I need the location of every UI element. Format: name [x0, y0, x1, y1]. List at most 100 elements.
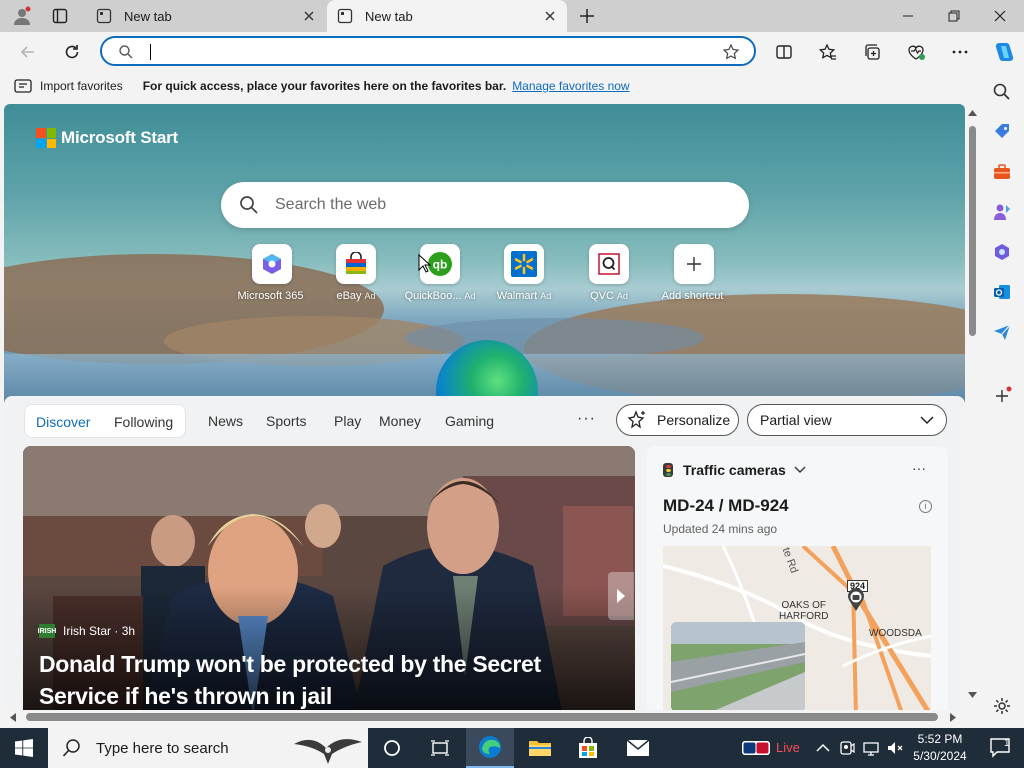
live-badge[interactable]: Live — [776, 740, 800, 755]
outlook-icon[interactable] — [992, 282, 1012, 302]
favorites-icon[interactable] — [818, 42, 838, 62]
scroll-up-arrow-icon[interactable] — [968, 110, 977, 116]
close-tab-icon[interactable] — [302, 9, 316, 23]
import-favorites-label: Import favorites — [40, 79, 123, 93]
file-explorer-button[interactable] — [516, 728, 564, 768]
personalize-label: Personalize — [657, 412, 731, 428]
close-window-icon[interactable] — [990, 6, 1010, 26]
layout-view-dropdown[interactable]: Partial view — [747, 404, 947, 436]
web-search-input[interactable] — [275, 194, 715, 216]
refresh-icon[interactable] — [62, 42, 82, 62]
address-bar[interactable] — [100, 36, 756, 66]
top-story-card[interactable]: IRISH Irish Star · 3h Donald Trump won't… — [23, 446, 635, 710]
tab-actions-icon[interactable] — [52, 8, 68, 24]
tab-gaming[interactable]: Gaming — [445, 413, 494, 429]
personalize-button[interactable]: Personalize — [616, 404, 739, 436]
manage-favorites-link[interactable]: Manage favorites now — [512, 79, 629, 93]
vertical-scroll-thumb[interactable] — [969, 126, 976, 336]
add-favorite-star-icon[interactable] — [722, 43, 740, 61]
microsoft365-icon[interactable] — [992, 242, 1012, 262]
system-clock[interactable]: 5:52 PM 5/30/2024 — [910, 731, 970, 765]
shortcut-ebay[interactable]: eBay Ad — [314, 244, 398, 302]
send-plane-icon[interactable] — [992, 322, 1012, 342]
tab-play[interactable]: Play — [334, 413, 361, 429]
collections-icon[interactable] — [862, 42, 882, 62]
shopping-tag-icon[interactable] — [992, 122, 1012, 142]
profile-avatar-icon[interactable] — [12, 6, 32, 26]
newtab-page-icon — [96, 8, 112, 24]
shortcut-qvc[interactable]: QVC Ad — [567, 244, 651, 302]
microsoft-store-button[interactable] — [564, 728, 612, 768]
search-icon[interactable] — [992, 82, 1012, 102]
scroll-right-arrow-icon[interactable] — [950, 713, 956, 722]
clock-time: 5:52 PM — [917, 732, 963, 746]
camera-pin-icon[interactable] — [847, 588, 865, 612]
tab-2[interactable]: New tab — [327, 0, 567, 32]
tab-discover[interactable]: Discover — [36, 414, 90, 430]
tab-news[interactable]: News — [208, 413, 243, 429]
shortcut-add[interactable]: Add shortcut — [652, 244, 736, 302]
favorites-hint: For quick access, place your favorites h… — [142, 79, 507, 93]
action-center-button[interactable]: 1 — [976, 728, 1024, 768]
tools-briefcase-icon[interactable] — [992, 162, 1012, 182]
horizontal-scrollbar[interactable] — [4, 710, 965, 724]
shortcut-walmart[interactable]: Walmart Ad — [482, 244, 566, 302]
chevron-down-icon — [794, 466, 806, 473]
microsoft-start-logo[interactable]: Microsoft Start — [36, 128, 178, 148]
show-hidden-icons-chevron-icon[interactable] — [814, 739, 832, 757]
tab-following[interactable]: Following — [114, 414, 173, 430]
mail-button[interactable] — [614, 728, 662, 768]
meet-now-icon[interactable] — [838, 739, 856, 757]
sidebar-settings-gear-icon[interactable] — [992, 696, 1012, 716]
scroll-left-arrow-icon[interactable] — [10, 713, 16, 722]
vertical-scrollbar[interactable] — [965, 104, 980, 710]
brand-name: Microsoft Start — [61, 128, 178, 147]
info-icon[interactable]: i — [919, 500, 932, 513]
cortana-button[interactable] — [368, 728, 416, 768]
shortcut-quickbooks[interactable]: qb QuickBoo... Ad — [398, 244, 482, 302]
chevron-right-icon — [617, 589, 625, 603]
mlb-logo-icon[interactable] — [742, 739, 770, 757]
tab-1[interactable]: New tab — [86, 0, 326, 32]
close-tab-icon[interactable] — [543, 9, 557, 23]
import-favorites-icon — [14, 79, 32, 93]
taskbar-edge-button[interactable] — [466, 728, 514, 768]
news-feed: Discover Following News Sports Play Mone… — [4, 396, 965, 710]
scroll-down-arrow-icon[interactable] — [968, 692, 977, 698]
traffic-header[interactable]: Traffic cameras — [663, 462, 806, 478]
address-input[interactable] — [152, 42, 712, 62]
back-icon[interactable] — [18, 42, 38, 62]
network-icon[interactable] — [862, 739, 880, 757]
browser-essentials-icon[interactable] — [906, 42, 926, 62]
start-button[interactable] — [0, 728, 48, 768]
horizontal-scroll-thumb[interactable] — [26, 713, 938, 721]
copilot-icon[interactable] — [992, 40, 1016, 64]
story-headline[interactable]: Donald Trump won't be protected by the S… — [39, 648, 599, 710]
map-place-label: WOODSDA — [869, 628, 922, 639]
add-sidebar-app-icon[interactable] — [992, 386, 1012, 406]
taskbar-search-box[interactable]: Type here to search — [48, 728, 368, 768]
games-icon[interactable] — [992, 202, 1012, 222]
minimize-icon[interactable] — [898, 6, 918, 26]
clock-date: 5/30/2024 — [913, 749, 967, 763]
shortcut-microsoft365[interactable]: Microsoft 365 — [230, 244, 314, 302]
settings-more-icon[interactable] — [950, 42, 970, 62]
traffic-camera-image[interactable] — [671, 622, 805, 710]
traffic-more-button[interactable]: ··· — [912, 460, 926, 476]
restore-icon[interactable] — [944, 6, 964, 26]
new-tab-icon[interactable] — [578, 7, 596, 25]
more-categories-button[interactable]: ··· — [577, 410, 596, 428]
carousel-next-button[interactable] — [608, 572, 634, 620]
volume-muted-icon[interactable] — [886, 739, 904, 757]
split-screen-icon[interactable] — [774, 42, 794, 62]
shortcut-label: QuickBoo... Ad — [404, 290, 476, 302]
web-search-box[interactable] — [221, 182, 749, 228]
tab-money[interactable]: Money — [379, 413, 421, 429]
import-favorites-button[interactable]: Import favorites — [14, 78, 123, 94]
traffic-location-title[interactable]: MD-24 / MD-924 — [663, 496, 789, 516]
story-age: 3h — [121, 624, 136, 638]
tab-sports[interactable]: Sports — [266, 413, 306, 429]
task-view-button[interactable] — [416, 728, 464, 768]
traffic-map[interactable]: te Rd 924 OAKS OF HARFORD WOODSDA — [663, 546, 931, 710]
shortcut-label: eBay Ad — [336, 290, 376, 302]
